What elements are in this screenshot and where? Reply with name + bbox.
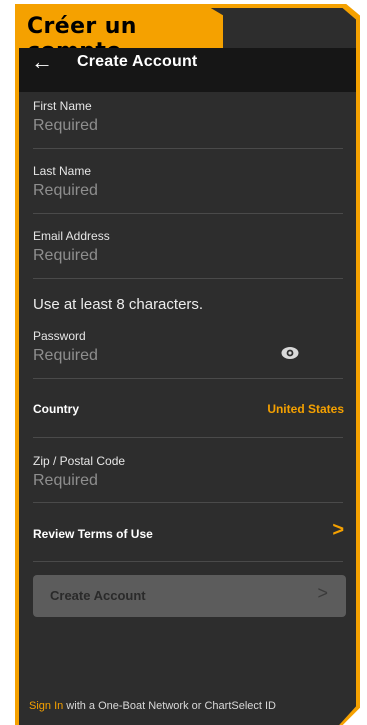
chevron-right-icon: >	[317, 583, 328, 603]
create-account-button[interactable]: Create Account >	[33, 575, 346, 617]
email-label: Email Address	[33, 229, 110, 243]
last-name-input[interactable]: Required	[33, 182, 98, 200]
zip-input[interactable]: Required	[33, 472, 125, 490]
country-label[interactable]: Country	[33, 402, 79, 416]
divider	[33, 213, 343, 214]
zip-label: Zip / Postal Code	[33, 454, 126, 468]
country-select[interactable]: United States	[267, 402, 344, 416]
create-account-label: Create Account	[50, 588, 146, 603]
password-hint: Use at least 8 characters.	[33, 296, 204, 313]
divider	[33, 561, 343, 562]
first-name-field[interactable]: First Name Required	[33, 99, 98, 135]
first-name-label: First Name	[33, 99, 92, 113]
password-label: Password	[33, 329, 86, 343]
divider	[33, 148, 343, 149]
last-name-label: Last Name	[33, 164, 92, 178]
eye-icon[interactable]	[281, 346, 299, 360]
chevron-right-icon[interactable]: >	[332, 519, 344, 542]
sign-in-footer: Sign In with a One-Boat Network or Chart…	[29, 700, 276, 712]
app-screen: ← Create Account First Name Required Las…	[19, 8, 356, 725]
page-title: Create Account	[77, 53, 198, 70]
terms-label[interactable]: Review Terms of Use	[33, 527, 153, 541]
banner-title: Créer un compte	[19, 8, 223, 48]
zip-field[interactable]: Zip / Postal Code Required	[33, 454, 125, 490]
password-input[interactable]: Required	[33, 347, 98, 365]
arrow-left-icon[interactable]: ←	[31, 51, 55, 73]
sign-in-link[interactable]: Sign In	[29, 700, 63, 712]
divider	[33, 278, 343, 279]
sign-in-footer-text: with a One-Boat Network or ChartSelect I…	[63, 700, 276, 712]
divider	[33, 378, 343, 379]
email-field[interactable]: Email Address Required	[33, 229, 110, 265]
first-name-input[interactable]: Required	[33, 117, 98, 135]
password-field[interactable]: Password Required	[33, 329, 98, 365]
last-name-field[interactable]: Last Name Required	[33, 164, 98, 200]
email-input[interactable]: Required	[33, 247, 110, 265]
divider	[33, 437, 343, 438]
divider	[33, 502, 343, 503]
